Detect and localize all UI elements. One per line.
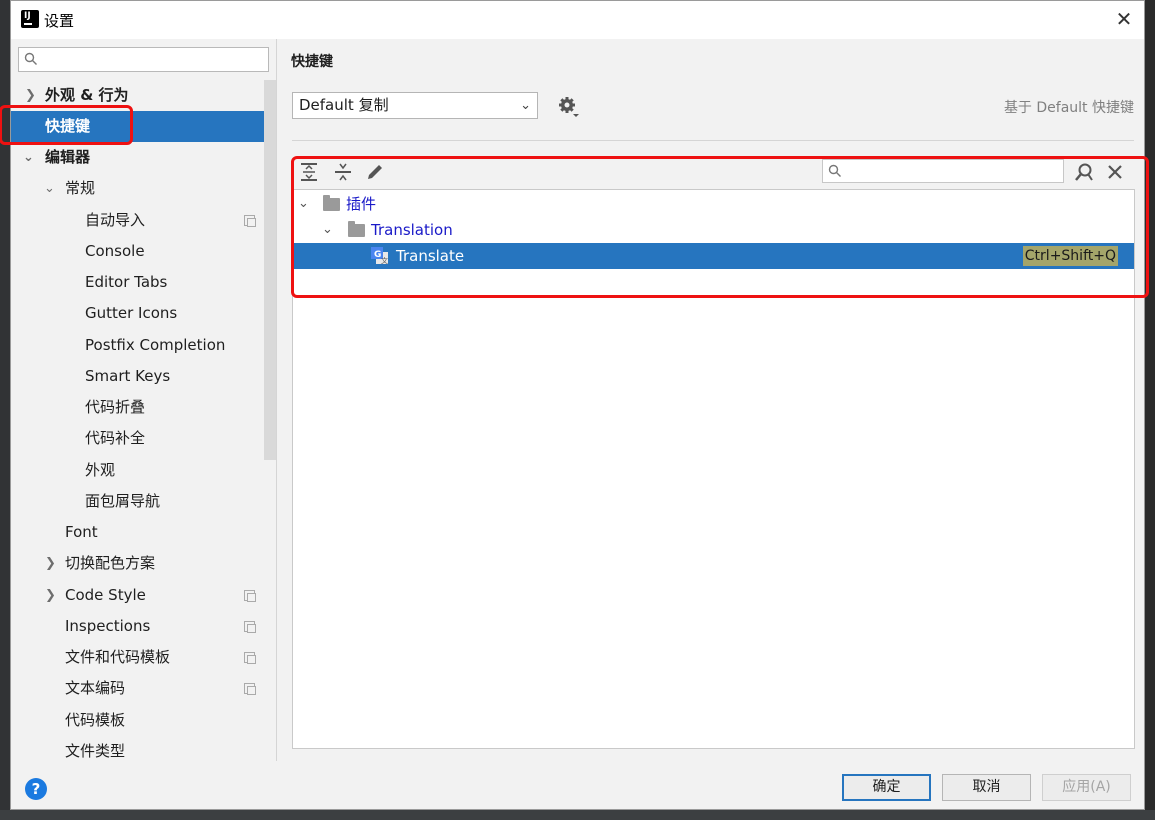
sidebar-item-postfix-completion[interactable]: Postfix Completion	[11, 330, 276, 361]
ok-button[interactable]: 确定	[842, 774, 931, 801]
chevron-right-icon: ❯	[45, 588, 56, 603]
highlight-box-tree	[291, 156, 1149, 298]
chevron-down-icon: ⌄	[44, 181, 55, 196]
sidebar-item-inspections[interactable]: Inspections	[11, 611, 276, 642]
keymap-panel: 快捷键 Default 复制 ⌄ 基于 Default 快捷键 ⌄ 插件 ⌄ T…	[278, 39, 1144, 761]
chevron-down-icon: ⌄	[520, 98, 531, 113]
page-title: 快捷键	[291, 54, 333, 70]
sidebar-item-auto-import[interactable]: 自动导入	[11, 205, 276, 236]
sidebar-item-file-templates[interactable]: 文件和代码模板	[11, 642, 276, 673]
sidebar-item-code-folding[interactable]: 代码折叠	[11, 392, 276, 423]
sidebar-item-editor-tabs[interactable]: Editor Tabs	[11, 267, 276, 298]
ide-bottom-strip	[0, 810, 1155, 820]
sidebar-item-smart-keys[interactable]: Smart Keys	[11, 361, 276, 392]
sidebar-item-breadcrumbs[interactable]: 面包屑导航	[11, 486, 276, 517]
sidebar-item-code-style[interactable]: ❯ Code Style	[11, 580, 276, 611]
sidebar-scrollbar[interactable]	[264, 80, 276, 460]
project-scope-icon	[244, 652, 256, 664]
project-scope-icon	[244, 590, 256, 602]
close-icon[interactable]: ✕	[1112, 7, 1136, 31]
sidebar-item-file-types[interactable]: 文件类型	[11, 736, 276, 761]
chevron-right-icon: ❯	[45, 556, 56, 571]
sidebar-item-code-completion[interactable]: 代码补全	[11, 423, 276, 454]
help-icon[interactable]: ?	[25, 778, 47, 800]
settings-search-field[interactable]	[18, 47, 269, 72]
sidebar-item-gutter-icons[interactable]: Gutter Icons	[11, 298, 276, 329]
sidebar-item-console[interactable]: Console	[11, 236, 276, 267]
gear-icon[interactable]	[556, 95, 580, 119]
project-scope-icon	[244, 683, 256, 695]
highlight-box-keymap	[0, 105, 133, 145]
keymap-selected-value: Default 复制	[299, 96, 389, 114]
title-bar: IJ 设置 ✕	[11, 1, 1144, 39]
project-scope-icon	[244, 621, 256, 633]
search-icon	[24, 52, 37, 65]
sidebar-item-color-scheme[interactable]: ❯ 切换配色方案	[11, 548, 276, 579]
intellij-logo-icon: IJ	[19, 8, 39, 28]
keymap-dropdown[interactable]: Default 复制 ⌄	[292, 92, 538, 119]
cancel-button[interactable]: 取消	[942, 774, 1031, 801]
divider	[292, 140, 1134, 141]
sidebar-item-live-templates[interactable]: 代码模板	[11, 705, 276, 736]
sidebar-item-font[interactable]: Font	[11, 517, 276, 548]
project-scope-icon	[244, 215, 256, 227]
settings-dialog: IJ 设置 ✕ ❯ 外观 & 行为 快捷键 ⌄ 编辑器 ⌄ 常规 自动导入 Co…	[0, 0, 1149, 810]
apply-button[interactable]: 应用(A)	[1042, 774, 1131, 801]
based-on-label: 基于 Default 快捷键	[1003, 100, 1134, 116]
sidebar-item-editor[interactable]: ⌄ 编辑器	[11, 142, 276, 173]
sidebar-item-appearance[interactable]: 外观	[11, 455, 276, 486]
settings-sidebar: ❯ 外观 & 行为 快捷键 ⌄ 编辑器 ⌄ 常规 自动导入 Console Ed…	[11, 39, 277, 761]
settings-search-input[interactable]	[45, 50, 265, 69]
sidebar-item-file-encodings[interactable]: 文本编码	[11, 673, 276, 704]
chevron-down-icon: ⌄	[23, 150, 34, 165]
sidebar-item-general[interactable]: ⌄ 常规	[11, 173, 276, 204]
window-title: 设置	[44, 12, 75, 30]
